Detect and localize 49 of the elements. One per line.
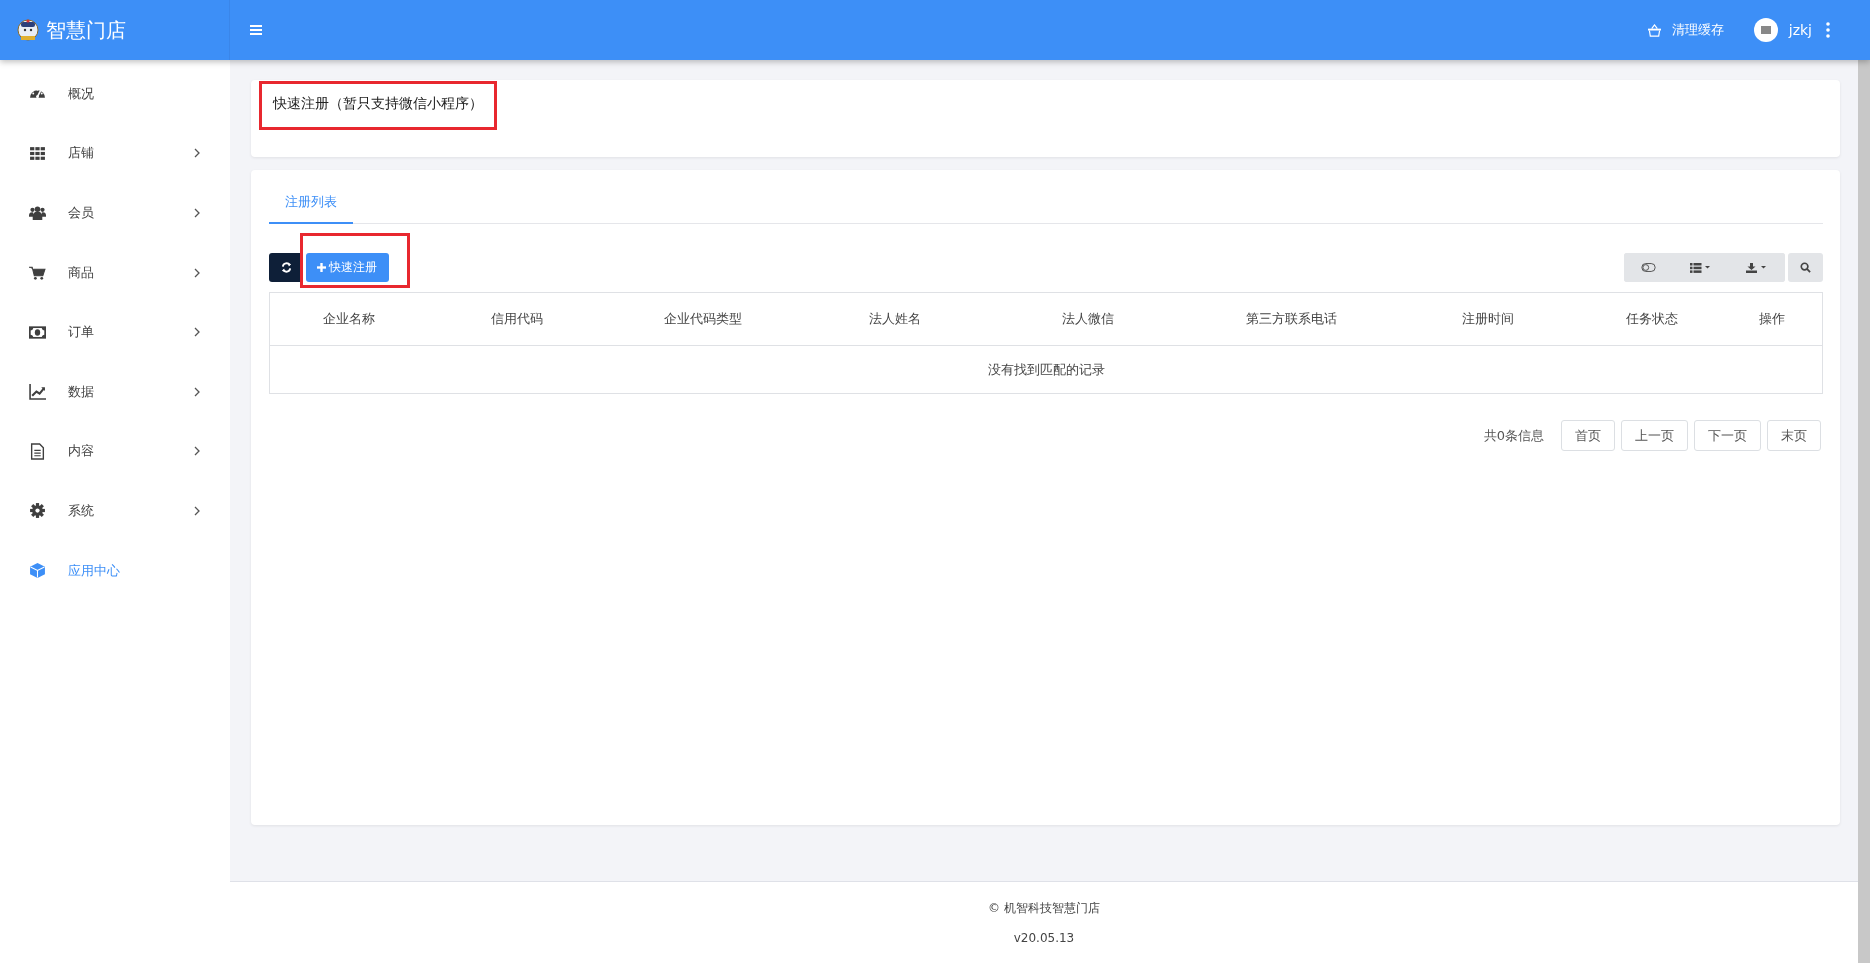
version-text: v20.05.13 [1013,931,1075,945]
refresh-icon [280,262,292,273]
page-button[interactable]: 下一页 [1694,420,1761,451]
mascot-logo-icon [16,18,40,42]
users-icon [29,204,46,222]
sidebar-item[interactable]: 会员 [0,183,230,243]
column-header[interactable]: 第三方联系电话 [1187,293,1396,345]
page-button[interactable]: 末页 [1767,420,1821,451]
column-header[interactable]: 企业代码类型 [605,293,801,345]
column-header[interactable]: 任务状态 [1581,293,1723,345]
empty-message: 没有找到匹配的记录 [986,360,1106,379]
grid-icon [29,144,46,162]
copyright-text: © 机智科技智慧门店 [988,900,1100,917]
column-header[interactable]: 法人姓名 [800,293,989,345]
search-icon [1800,262,1811,273]
column-header[interactable]: 注册时间 [1395,293,1582,345]
cart-icon [29,264,46,282]
basket-icon [1646,23,1662,37]
search-button[interactable] [1788,253,1823,282]
sidebar-item[interactable]: 概况 [0,64,230,124]
column-header[interactable]: 企业名称 [270,293,429,345]
scrollbar[interactable] [1858,60,1870,963]
line-chart-icon [29,383,46,401]
notice-text: 快速注册（暂只支持微信小程序） [273,95,483,111]
avatar[interactable] [1753,18,1778,42]
sidebar-item[interactable]: 店铺 [0,123,230,184]
list-caret-icon [1690,262,1712,273]
banknote-icon [29,323,46,341]
app-logo-text: 智慧门店 [46,16,126,44]
page-button[interactable]: 首页 [1561,420,1615,451]
sidebar-item[interactable]: 数据 [0,361,230,422]
column-header[interactable]: 信用代码 [428,293,606,345]
sidebar-item[interactable]: 内容 [0,421,230,482]
toggle-icon [1641,263,1656,272]
download-caret-icon [1746,262,1768,273]
menu-icon[interactable] [250,25,262,35]
settings-icon [29,502,46,520]
cube-icon [29,562,46,580]
sidebar-item[interactable]: 系统 [0,481,230,541]
plus-icon [317,263,326,272]
column-header[interactable]: 操作 [1722,293,1822,345]
sidebar-item[interactable]: 商品 [0,242,230,303]
page-button[interactable]: 上一页 [1621,420,1688,451]
record-count: 共0条信息 [1483,426,1544,445]
sidebar-item[interactable]: 订单 [0,302,230,362]
refresh-button[interactable] [269,253,303,282]
more-options-icon[interactable] [1826,22,1830,38]
column-header[interactable]: 法人微信 [988,293,1188,345]
document-icon [29,442,46,460]
